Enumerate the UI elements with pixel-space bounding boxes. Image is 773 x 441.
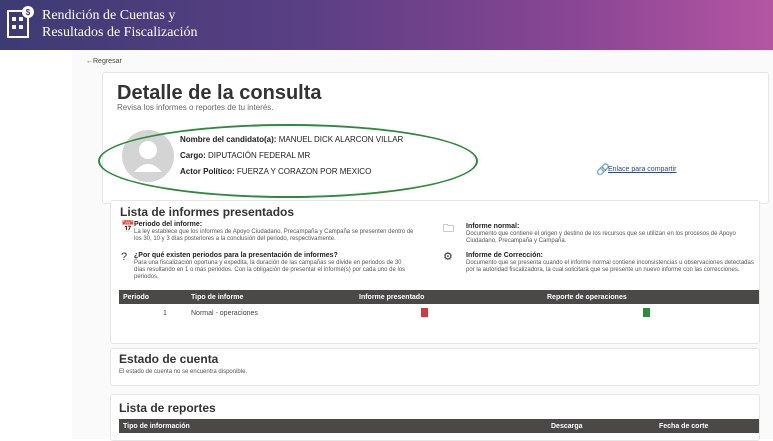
share-link[interactable]: Enlace para compartir bbox=[608, 166, 676, 173]
building-logo-icon: $ bbox=[7, 6, 34, 38]
page-subtitle: Revisa los informes o reportes de tu int… bbox=[117, 103, 274, 112]
col-reporte: Reporte de operaciones bbox=[547, 293, 627, 301]
estado-title: Estado de cuenta bbox=[119, 352, 219, 366]
excel-download-icon[interactable] bbox=[643, 307, 650, 317]
col-tipo-info: Tipo de información bbox=[123, 422, 190, 430]
page-title: Detalle de la consulta bbox=[117, 82, 322, 104]
reportes-title: Lista de reportes bbox=[119, 401, 216, 415]
col-fecha-corte: Fecha de corte bbox=[659, 422, 709, 430]
col-presentado: Informe presentado bbox=[359, 293, 425, 301]
row-periodo: 1 bbox=[163, 309, 167, 317]
correccion-info: Informe de Corrección: Documento que se p… bbox=[466, 252, 754, 273]
app-title: Rendición de Cuentas y Resultados de Fis… bbox=[42, 7, 198, 41]
highlight-oval bbox=[98, 124, 478, 198]
normal-info: Informe normal: Documento que contiene el… bbox=[466, 223, 736, 244]
informes-title: Lista de informes presentados bbox=[120, 205, 295, 219]
app-title-line1: Rendición de Cuentas y bbox=[42, 8, 176, 23]
svg-text:$: $ bbox=[26, 8, 31, 17]
col-tipo: Tipo de informe bbox=[191, 293, 244, 301]
question-icon: ? bbox=[121, 251, 128, 263]
reportes-header: Tipo de información Descarga Fecha de co… bbox=[119, 419, 759, 433]
table-row: 1 Normal - operaciones bbox=[119, 304, 759, 322]
app-title-line2: Resultados de Fiscalización bbox=[42, 25, 198, 40]
back-link[interactable]: ←Regresar bbox=[86, 58, 122, 65]
reportes-table: Tipo de información Descarga Fecha de co… bbox=[119, 419, 759, 433]
porque-info: ¿Por qué existen periodos para la presen… bbox=[134, 252, 406, 280]
col-descarga: Descarga bbox=[551, 422, 583, 430]
periodo-info: Periodo del informe: La ley establece que… bbox=[134, 221, 414, 242]
top-bar: $ Rendición de Cuentas y Resultados de F… bbox=[0, 0, 773, 50]
gear-icon: ⚙ bbox=[443, 251, 453, 263]
folder-icon: 🗀 bbox=[443, 223, 454, 235]
xls-cell bbox=[543, 304, 759, 322]
calendar-icon: 📅 bbox=[121, 221, 135, 233]
col-periodo: Periodo bbox=[123, 293, 150, 301]
table-header: Periodo Tipo de informe Informe presenta… bbox=[119, 290, 759, 304]
estado-text: El estado de cuenta no se encuentra disp… bbox=[119, 369, 248, 375]
informes-table: Periodo Tipo de informe Informe presenta… bbox=[119, 290, 759, 322]
pdf-cell bbox=[355, 304, 543, 322]
pdf-download-icon[interactable] bbox=[421, 307, 428, 317]
row-tipo: Normal - operaciones bbox=[191, 309, 258, 317]
